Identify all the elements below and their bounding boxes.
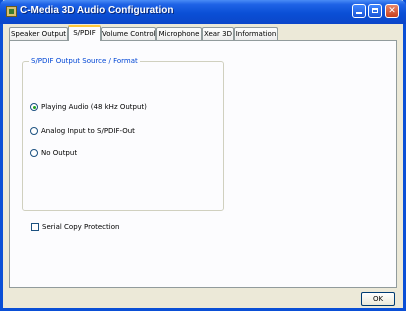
radio-selected-icon bbox=[30, 103, 38, 111]
checkbox-label: Serial Copy Protection bbox=[42, 223, 120, 231]
tab-microphone[interactable]: Microphone bbox=[156, 27, 202, 40]
radio-analog-input[interactable]: Analog Input to S/PDIF-Out bbox=[30, 127, 135, 135]
close-button[interactable]: ✕ bbox=[385, 4, 399, 18]
minimize-icon bbox=[356, 12, 362, 14]
title-bar[interactable]: C-Media 3D Audio Configuration ✕ bbox=[0, 0, 406, 24]
radio-playing-audio[interactable]: Playing Audio (48 kHz Output) bbox=[30, 103, 147, 111]
maximize-button[interactable] bbox=[368, 4, 382, 18]
tab-volume-control[interactable]: Volume Control bbox=[101, 27, 156, 40]
group-label: S/PDIF Output Source / Format bbox=[29, 57, 140, 65]
spdif-output-group: S/PDIF Output Source / Format bbox=[22, 57, 224, 211]
radio-label: No Output bbox=[41, 149, 78, 157]
maximize-icon bbox=[372, 8, 378, 13]
serial-copy-protection-checkbox[interactable]: Serial Copy Protection bbox=[31, 223, 119, 231]
tab-panel: S/PDIF Output Source / Format Playing Au… bbox=[9, 40, 397, 288]
radio-unselected-icon bbox=[30, 149, 38, 157]
close-icon: ✕ bbox=[388, 6, 396, 16]
app-window: C-Media 3D Audio Configuration ✕ Speaker… bbox=[0, 0, 406, 311]
tab-information[interactable]: Information bbox=[234, 27, 278, 40]
ok-button[interactable]: OK bbox=[361, 292, 395, 306]
minimize-button[interactable] bbox=[352, 4, 366, 18]
tab-xear-3d[interactable]: Xear 3D bbox=[202, 27, 234, 40]
radio-no-output[interactable]: No Output bbox=[30, 149, 77, 157]
radio-label: Analog Input to S/PDIF-Out bbox=[41, 127, 135, 135]
app-icon bbox=[6, 6, 17, 17]
radio-unselected-icon bbox=[30, 127, 38, 135]
checkbox-icon bbox=[31, 223, 39, 231]
tab-speaker-output[interactable]: Speaker Output bbox=[9, 27, 68, 40]
radio-label: Playing Audio (48 kHz Output) bbox=[41, 103, 147, 111]
window-title: C-Media 3D Audio Configuration bbox=[20, 5, 174, 16]
tab-spdif[interactable]: S/PDIF bbox=[68, 25, 101, 41]
